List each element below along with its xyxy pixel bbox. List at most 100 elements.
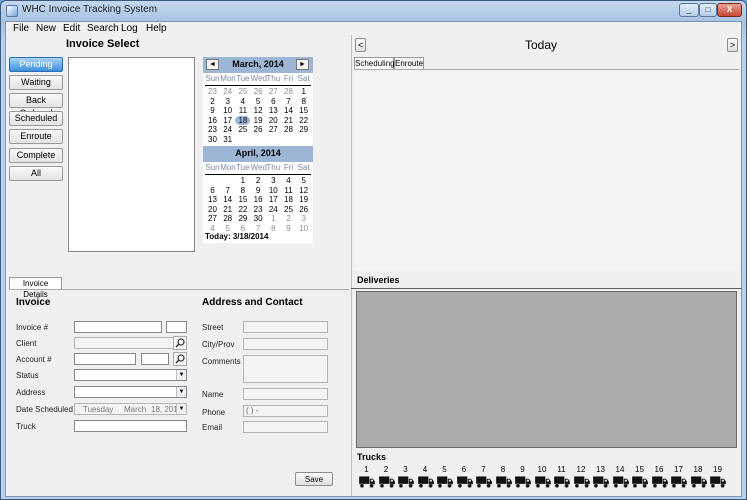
status-button-waiting[interactable]: Waiting [9,75,63,90]
calendar-day[interactable]: 27 [266,87,281,96]
calendar-day[interactable]: 30 [205,135,220,144]
truck-icon[interactable] [573,476,591,488]
account-number-field[interactable] [74,353,136,365]
calendar-day[interactable]: 18 [235,115,251,125]
truck-icon[interactable] [592,476,610,488]
account-suffix-field[interactable] [141,353,169,365]
status-button-all[interactable]: All [9,166,63,181]
status-combo[interactable]: ▼ [74,369,187,381]
truck-icon[interactable] [495,476,513,488]
truck-icon[interactable] [651,476,669,488]
minimize-button[interactable]: _ [679,3,699,17]
calendar-day[interactable]: 7 [281,97,296,106]
calendar-next-button[interactable]: ► [296,59,309,70]
calendar-day[interactable]: 27 [266,125,281,134]
truck-icon[interactable] [417,476,435,488]
calendar-prev-button[interactable]: ◄ [206,59,219,70]
calendar-day[interactable]: 6 [205,186,220,195]
truck-icon[interactable] [436,476,454,488]
calendar-day[interactable]: 26 [296,205,311,214]
calendar-day[interactable]: 25 [235,125,250,134]
status-button-complete[interactable]: Complete [9,148,63,163]
calendar-day[interactable]: 7 [220,186,235,195]
truck-icon[interactable] [534,476,552,488]
calendar-day[interactable]: 24 [266,205,281,214]
client-search-button[interactable] [173,336,187,350]
status-button-back-ordered[interactable]: Back Ordered [9,93,63,118]
calendar-day[interactable]: 3 [266,176,281,185]
calendar-day[interactable]: 18 [281,195,296,204]
calendar-april[interactable]: April, 2014 Sun Mon Tue Wed Thu Fri Sat 1 2 3 4 5 6 7 8… [203,146,313,243]
menu-log[interactable]: Log [121,23,138,34]
calendar-day[interactable]: 8 [235,186,250,195]
truck-icon[interactable] [475,476,493,488]
status-button-pending[interactable]: Pending [9,57,63,72]
calendar-day[interactable]: 5 [296,176,311,185]
calendar-day[interactable]: 30 [251,214,266,223]
calendar-day[interactable]: 1 [296,87,311,96]
calendar-day[interactable]: 26 [251,87,266,96]
truck-icon[interactable] [690,476,708,488]
calendar-day[interactable]: 9 [281,224,296,233]
truck-icon[interactable] [456,476,474,488]
calendar-day[interactable]: 3 [220,97,235,106]
client-field[interactable] [74,337,182,349]
calendar-day[interactable]: 31 [220,135,235,144]
menu-edit[interactable]: Edit [63,23,80,34]
schedule-prev-button[interactable]: < [355,38,366,52]
comments-field[interactable] [243,355,328,383]
truck-icon[interactable] [670,476,688,488]
calendar-day[interactable]: 14 [220,195,235,204]
status-button-scheduled[interactable]: Scheduled [9,111,63,126]
calendar-day[interactable]: 24 [220,87,235,96]
calendar-day[interactable]: 20 [205,205,220,214]
truck-icon[interactable] [397,476,415,488]
calendar-day[interactable]: 12 [296,186,311,195]
menu-search[interactable]: Search [87,23,119,34]
calendar-day[interactable]: 1 [266,214,281,223]
calendar-day[interactable]: 13 [205,195,220,204]
calendar-day[interactable]: 9 [251,186,266,195]
calendar-day[interactable]: 22 [235,205,250,214]
truck-icon[interactable] [631,476,649,488]
calendar-today-label[interactable]: Today: 3/18/2014 [205,232,268,241]
calendar-day[interactable]: 2 [251,176,266,185]
truck-icon[interactable] [378,476,396,488]
status-button-enroute[interactable]: Enroute [9,129,63,144]
calendar-day[interactable]: 23 [205,125,220,134]
calendar-day[interactable]: 25 [235,87,250,96]
calendar-day[interactable]: 4 [235,97,250,106]
truck-field[interactable] [74,420,187,432]
calendar-day[interactable]: 8 [296,97,311,106]
calendar-day[interactable]: 16 [205,116,220,125]
calendar-day[interactable]: 21 [281,116,296,125]
date-scheduled-picker[interactable]: Tuesday March 18, 2014 ▼ [74,403,187,415]
deliveries-area[interactable] [356,291,737,448]
calendar-day[interactable]: 13 [266,106,281,115]
calendar-day[interactable]: 5 [251,97,266,106]
calendar-day[interactable]: 26 [251,125,266,134]
calendar-day[interactable]: 10 [266,186,281,195]
menu-new[interactable]: New [36,23,56,34]
calendar-day[interactable]: 24 [220,125,235,134]
calendar-day[interactable]: 12 [251,106,266,115]
calendar-day[interactable]: 22 [296,116,311,125]
schedule-next-button[interactable]: > [727,38,738,52]
address-combo[interactable]: ▼ [74,386,187,398]
calendar-day[interactable]: 28 [281,87,296,96]
tab-enroute[interactable]: Enroute [394,57,424,69]
invoice-number-field[interactable] [74,321,162,333]
calendar-day[interactable]: 23 [251,205,266,214]
calendar-day[interactable]: 11 [281,186,296,195]
truck-icon[interactable] [553,476,571,488]
calendar-day[interactable]: 15 [235,195,250,204]
calendar-day[interactable]: 10 [296,224,311,233]
street-field[interactable] [243,321,328,333]
calendar-day[interactable]: 19 [296,195,311,204]
name-field[interactable] [243,388,328,400]
calendar-day[interactable]: 28 [281,125,296,134]
calendar-day[interactable]: 14 [281,106,296,115]
calendar-day[interactable]: 28 [220,214,235,223]
calendar-day[interactable]: 21 [220,205,235,214]
calendar-day[interactable]: 2 [205,97,220,106]
